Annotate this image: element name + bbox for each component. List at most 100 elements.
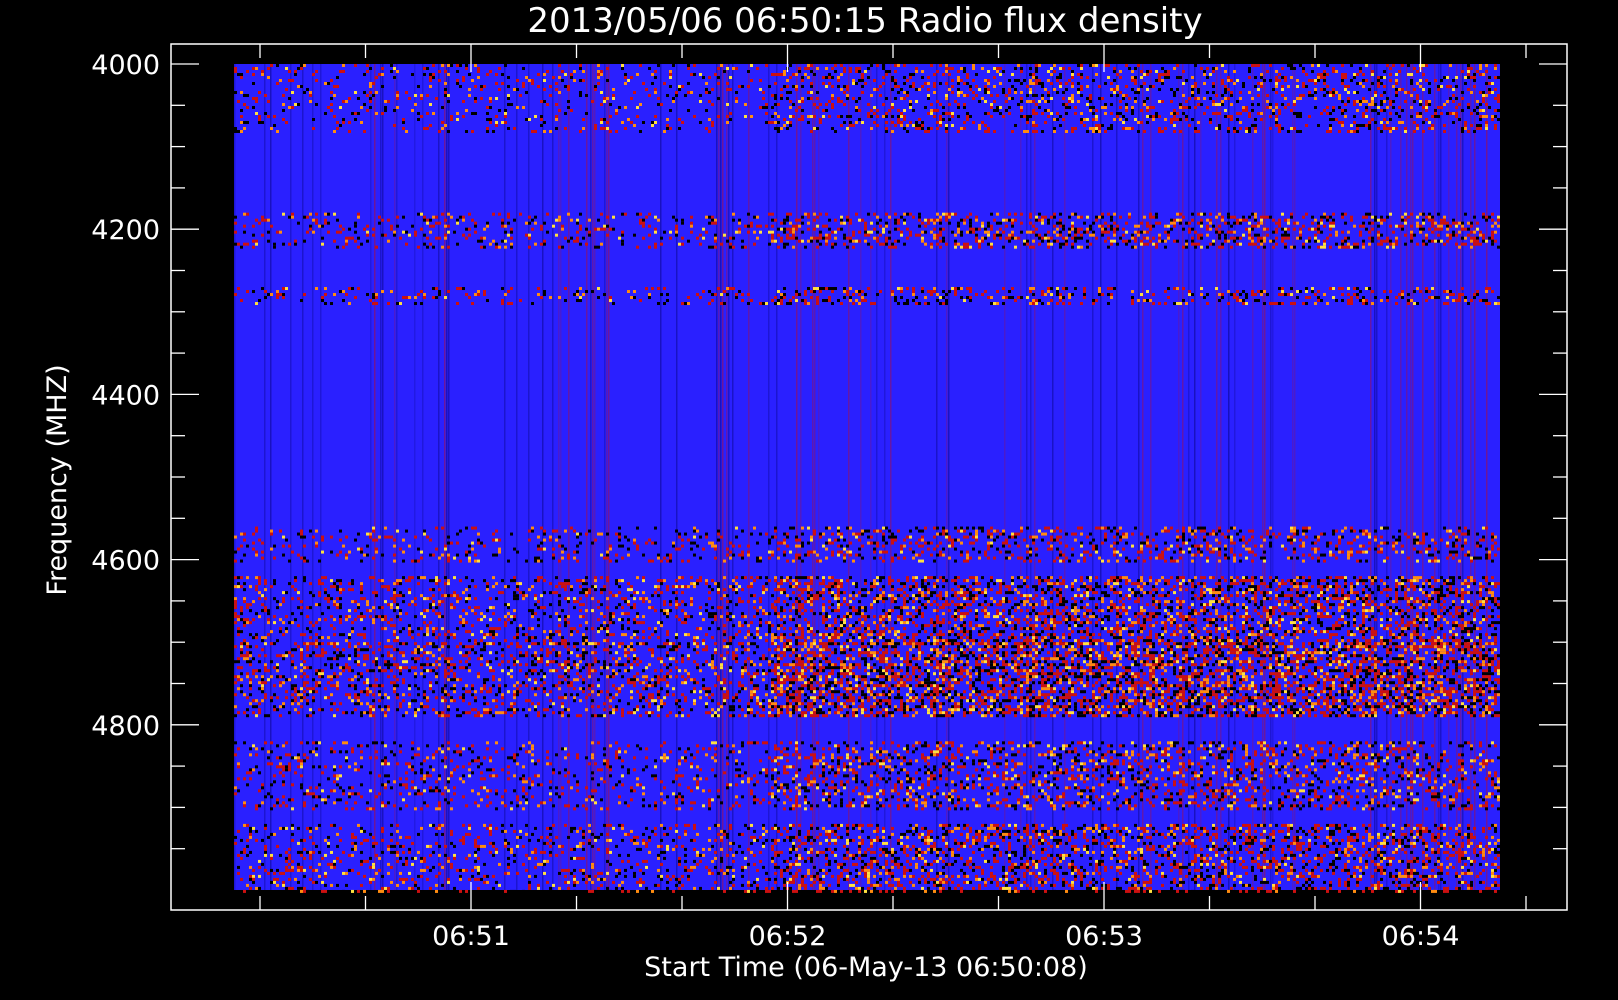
heatmap-cell <box>1050 299 1053 303</box>
heatmap-cell <box>1035 547 1038 551</box>
heatmap-cell <box>1167 296 1170 300</box>
heatmap-cell <box>933 290 936 294</box>
heatmap-cell <box>759 556 762 560</box>
heatmap-cell <box>930 245 933 249</box>
heatmap-cell <box>1365 106 1368 109</box>
heatmap-cell <box>1296 532 1299 536</box>
heatmap-cell <box>660 103 663 106</box>
heatmap-cell <box>1002 302 1005 306</box>
heatmap-cell <box>921 85 924 88</box>
heatmap-cell <box>1350 302 1353 306</box>
heatmap-cell <box>819 242 822 246</box>
heatmap-cell <box>1371 118 1374 121</box>
heatmap-cell <box>1257 221 1260 225</box>
heatmap-cell <box>1047 236 1050 240</box>
heatmap-cell <box>291 91 294 94</box>
heatmap-cell <box>402 118 405 121</box>
heatmap-cell <box>882 230 885 234</box>
heatmap-cell <box>1275 91 1278 94</box>
heatmap-cell <box>858 218 861 222</box>
heatmap-cell <box>1065 106 1068 109</box>
heatmap-cell <box>1275 79 1278 82</box>
heatmap-cell <box>1200 233 1203 237</box>
heatmap-cell <box>1476 106 1479 109</box>
heatmap-cell <box>1416 302 1419 306</box>
heatmap-cell <box>912 109 915 112</box>
heatmap-cell <box>813 227 816 231</box>
heatmap-cell <box>849 299 852 303</box>
heatmap-cell <box>1356 245 1359 249</box>
heatmap-cell <box>336 245 339 249</box>
heatmap-cell <box>693 73 696 76</box>
heatmap-cell <box>522 106 525 109</box>
heatmap-cell <box>1413 88 1416 91</box>
heatmap-cell <box>1344 76 1347 79</box>
heatmap-cell <box>1209 242 1212 246</box>
heatmap-cell <box>783 245 786 249</box>
heatmap-cell <box>900 121 903 124</box>
heatmap-cell <box>1443 215 1446 219</box>
heatmap-cell <box>1215 94 1218 97</box>
heatmap-cell <box>1413 100 1416 103</box>
heatmap-cell <box>786 97 789 100</box>
heatmap-cell <box>633 290 636 294</box>
heatmap-streak <box>1474 64 1476 890</box>
heatmap-cell <box>1341 529 1344 533</box>
heatmap-cell <box>780 97 783 100</box>
heatmap-cell <box>1161 529 1164 533</box>
heatmap-cell <box>1350 218 1353 222</box>
heatmap-cell <box>441 245 444 249</box>
heatmap-cell <box>1086 215 1089 219</box>
heatmap-cell <box>801 109 804 112</box>
heatmap-cell <box>963 242 966 246</box>
heatmap-cell <box>606 127 609 130</box>
heatmap-cell <box>1029 88 1032 91</box>
heatmap-cell <box>1167 233 1170 237</box>
heatmap-cell <box>366 224 369 228</box>
heatmap-cell <box>1395 112 1398 115</box>
heatmap-cell <box>450 118 453 121</box>
heatmap-cell <box>1035 103 1038 106</box>
heatmap-cell <box>1395 302 1398 306</box>
heatmap-cell <box>1206 245 1209 249</box>
heatmap-cell <box>1401 218 1404 222</box>
heatmap-cell <box>1440 79 1443 82</box>
heatmap-cell <box>252 290 255 294</box>
heatmap-cell <box>549 535 552 539</box>
heatmap-cell <box>1377 224 1380 228</box>
heatmap-cell <box>843 91 846 94</box>
heatmap-cell <box>1341 109 1344 112</box>
heatmap-cell <box>837 115 840 118</box>
heatmap-cell <box>858 293 861 297</box>
heatmap-cell <box>600 73 603 76</box>
heatmap-cell <box>711 218 714 222</box>
heatmap-cell <box>606 233 609 237</box>
heatmap-cell <box>609 544 612 548</box>
heatmap-cell <box>603 556 606 560</box>
heatmap-cell <box>1113 212 1116 216</box>
heatmap-cell <box>777 547 780 551</box>
heatmap-cell <box>942 118 945 121</box>
heatmap-cell <box>1191 218 1194 222</box>
heatmap-cell <box>597 73 600 76</box>
heatmap-cell <box>1383 239 1386 243</box>
heatmap-cell <box>1467 103 1470 106</box>
heatmap-cell <box>873 121 876 124</box>
heatmap-cell <box>1308 239 1311 243</box>
heatmap-cell <box>972 547 975 551</box>
heatmap-cell <box>375 538 378 542</box>
heatmap-cell <box>285 88 288 91</box>
heatmap-cell <box>1416 221 1419 225</box>
heatmap-cell <box>783 293 786 297</box>
heatmap-cell <box>414 94 417 97</box>
heatmap-cell <box>1143 541 1146 545</box>
heatmap-cell <box>1305 529 1308 533</box>
heatmap-streak <box>726 64 728 890</box>
heatmap-cell <box>822 109 825 112</box>
heatmap-cell <box>528 79 531 82</box>
heatmap-cell <box>1095 218 1098 222</box>
heatmap-cell <box>702 236 705 240</box>
heatmap-cell <box>501 121 504 124</box>
heatmap-cell <box>771 553 774 557</box>
heatmap-cell <box>1452 100 1455 103</box>
